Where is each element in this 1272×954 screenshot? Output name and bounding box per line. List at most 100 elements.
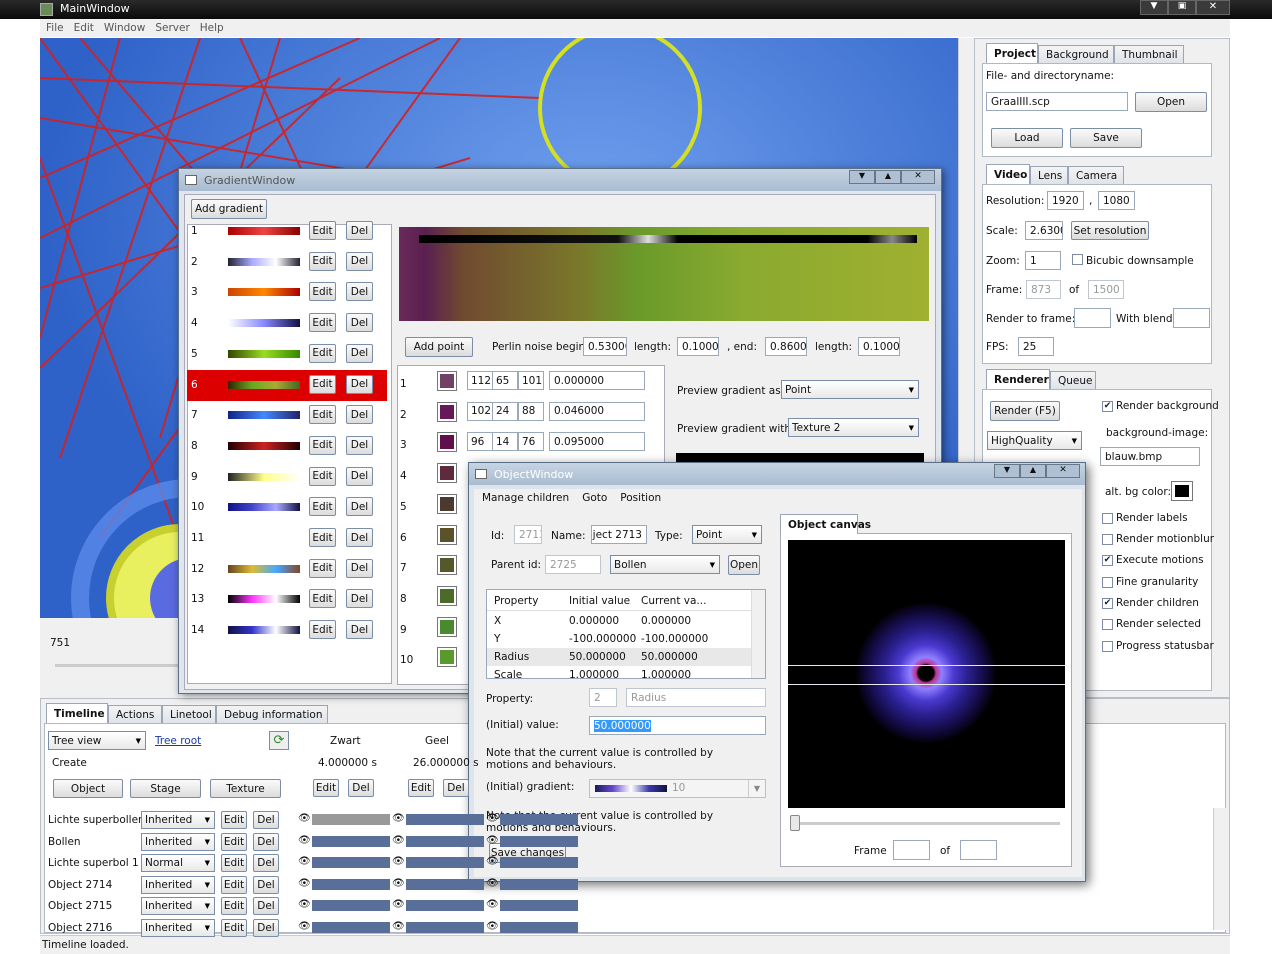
bicubic-checkbox[interactable]: [1072, 254, 1083, 265]
point-position-input[interactable]: 0.000000: [549, 371, 645, 390]
row-del-button[interactable]: Del: [253, 875, 279, 894]
timeline-bar[interactable]: [500, 921, 578, 933]
preview-with-select[interactable]: Texture 2: [788, 418, 919, 437]
column-del-button[interactable]: Del: [443, 779, 469, 797]
timeline-bar[interactable]: [312, 900, 390, 911]
file-input[interactable]: GraalIII.scp: [986, 92, 1128, 111]
tab-renderer[interactable]: Renderer: [986, 369, 1050, 389]
point-color-swatch[interactable]: [437, 432, 457, 453]
eye-icon[interactable]: 👁: [486, 899, 500, 911]
row-edit-button[interactable]: Edit: [221, 832, 247, 851]
tab-video[interactable]: Video: [986, 164, 1030, 184]
set-resolution-button[interactable]: Set resolution: [1071, 221, 1149, 240]
eye-icon[interactable]: 👁: [486, 835, 500, 847]
perlin-begin-input[interactable]: 0.53000: [583, 337, 627, 356]
gradient-edit-button[interactable]: Edit: [309, 589, 336, 609]
timeline-bar[interactable]: [500, 857, 578, 868]
close-icon[interactable]: ✕: [1196, 0, 1230, 15]
render-button[interactable]: Render (F5): [990, 401, 1060, 421]
col-current[interactable]: Current va...: [641, 595, 706, 607]
render-to-frame-input[interactable]: [1074, 308, 1111, 328]
property-row[interactable]: Scale 1.000000 1.000000: [487, 666, 751, 678]
menu-edit[interactable]: Edit: [74, 22, 94, 34]
timeline-bar[interactable]: [312, 921, 390, 933]
gradient-edit-button[interactable]: Edit: [309, 466, 336, 486]
tab-debug[interactable]: Debug information: [216, 705, 328, 723]
type-select[interactable]: Point: [692, 525, 762, 544]
timeline-bar[interactable]: [406, 835, 484, 847]
eye-icon[interactable]: 👁: [486, 856, 500, 868]
point-color-swatch[interactable]: [437, 555, 457, 576]
gradient-del-button[interactable]: Del: [346, 497, 373, 517]
timeline-bar[interactable]: [312, 878, 390, 890]
gradient-select[interactable]: 10 ▼: [589, 779, 766, 798]
close-icon[interactable]: ✕: [1046, 464, 1080, 478]
res-height-input[interactable]: 1080: [1098, 191, 1135, 210]
point-g-input[interactable]: 24: [492, 401, 518, 421]
menu-file[interactable]: File: [46, 22, 64, 34]
eye-icon[interactable]: 👁: [392, 899, 406, 911]
eye-icon[interactable]: 👁: [298, 813, 312, 825]
eye-icon[interactable]: 👁: [486, 878, 500, 890]
row-mode-select[interactable]: Inherited: [141, 897, 215, 915]
zoom-input[interactable]: 1: [1025, 251, 1061, 270]
gradient-del-button[interactable]: Del: [346, 435, 373, 455]
timeline-bar[interactable]: [406, 878, 484, 890]
timeline-bar[interactable]: [500, 900, 578, 911]
gradient-del-button[interactable]: Del: [346, 466, 373, 486]
preview-frames-input[interactable]: [960, 840, 997, 860]
eye-icon[interactable]: 👁: [486, 921, 500, 933]
tab-background[interactable]: Background: [1038, 45, 1114, 63]
property-row[interactable]: Y -100.000000 -100.000000: [487, 630, 751, 648]
menu-window[interactable]: Window: [104, 22, 145, 34]
quality-select[interactable]: HighQuality: [987, 431, 1082, 450]
gradient-del-button[interactable]: Del: [346, 374, 373, 394]
timeline-bar[interactable]: [406, 900, 484, 911]
gradient-del-button[interactable]: Del: [346, 343, 373, 363]
render-check-7-checkbox[interactable]: [1102, 641, 1113, 652]
point-b-input[interactable]: 76: [518, 432, 544, 452]
render-check-5-checkbox[interactable]: ✔: [1102, 598, 1113, 609]
perlin-end-input[interactable]: 0.86000: [765, 337, 807, 356]
eye-icon[interactable]: 👁: [392, 921, 406, 933]
property-table-scroll[interactable]: [751, 590, 765, 678]
tab-lens[interactable]: Lens: [1030, 166, 1068, 184]
bg-image-input[interactable]: blauw.bmp: [1100, 447, 1200, 466]
refresh-icon[interactable]: ⟳: [269, 731, 289, 750]
tree-root-link[interactable]: Tree root: [155, 735, 201, 747]
view-select[interactable]: Tree view: [48, 731, 146, 750]
row-del-button[interactable]: Del: [253, 897, 279, 915]
parent-id-input[interactable]: 2725: [545, 555, 601, 574]
minimize-icon[interactable]: ▼: [994, 464, 1020, 478]
id-input[interactable]: 2713: [514, 525, 542, 544]
render-check-1-checkbox[interactable]: [1102, 513, 1113, 524]
gradient-edit-button[interactable]: Edit: [309, 313, 336, 333]
row-mode-select[interactable]: Normal: [141, 854, 215, 872]
point-r-input[interactable]: 112: [467, 371, 493, 390]
property-row[interactable]: Radius 50.000000 50.000000: [487, 648, 751, 666]
maximize-icon[interactable]: ▲: [875, 170, 901, 184]
eye-icon[interactable]: 👁: [486, 813, 500, 825]
preview-frame-slider[interactable]: [795, 822, 1060, 825]
menu-position[interactable]: Position: [620, 492, 661, 504]
timeline-bar[interactable]: [406, 814, 484, 825]
row-edit-button[interactable]: Edit: [221, 875, 247, 894]
canvas-hscroll[interactable]: [40, 618, 180, 632]
timeline-bar[interactable]: [406, 921, 484, 933]
menu-goto[interactable]: Goto: [582, 492, 607, 504]
gradient-del-button[interactable]: Del: [346, 313, 373, 333]
point-color-swatch[interactable]: [437, 524, 457, 545]
gradient-del-button[interactable]: Del: [346, 528, 373, 547]
col-initial[interactable]: Initial value: [569, 595, 630, 607]
render-check-6-checkbox[interactable]: [1102, 619, 1113, 630]
tab-actions[interactable]: Actions: [108, 705, 162, 723]
point-g-input[interactable]: 65: [492, 371, 518, 390]
timeline-bar[interactable]: [500, 835, 578, 847]
row-edit-button[interactable]: Edit: [221, 854, 247, 872]
scale-input[interactable]: 2.6300: [1025, 221, 1063, 240]
eye-icon[interactable]: 👁: [298, 835, 312, 847]
gradient-del-button[interactable]: Del: [346, 558, 373, 578]
point-b-input[interactable]: 88: [518, 401, 544, 421]
point-color-swatch[interactable]: [437, 493, 457, 514]
tab-object-canvas[interactable]: Object canvas: [780, 514, 871, 534]
